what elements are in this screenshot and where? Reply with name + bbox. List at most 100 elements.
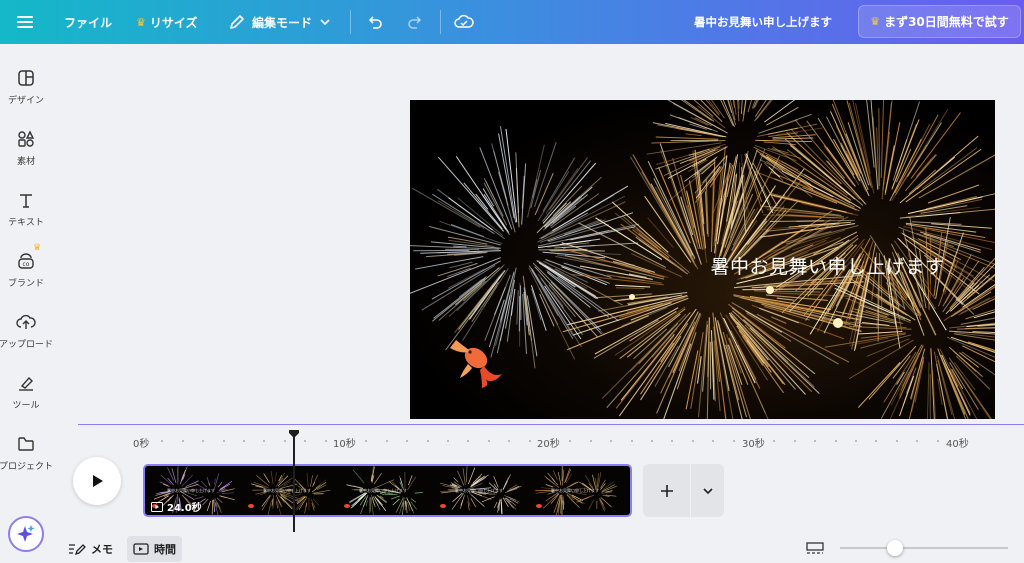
ruler-tick [671, 440, 674, 442]
time-toggle-button[interactable]: 時間 [127, 536, 182, 562]
ruler-tick [202, 440, 205, 442]
sidebar-item-elements[interactable]: 素材 [0, 123, 52, 179]
sidebar-item-label: ブランド [7, 279, 44, 289]
ruler-tick [651, 440, 653, 442]
undo-button[interactable] [366, 0, 384, 44]
sidebar-item-label: デザイン [7, 96, 44, 106]
document-title[interactable]: 暑中お見舞い申し上げます [694, 0, 832, 44]
plus-icon [660, 484, 673, 497]
notes-button[interactable]: メモ [68, 536, 113, 562]
ruler-tick [365, 440, 368, 442]
ruler-tick [243, 440, 245, 442]
redo-icon [408, 16, 422, 29]
ruler-tick [895, 440, 898, 442]
pencil-icon [230, 15, 244, 29]
sidebar-item-brand[interactable]: ♛ co ブランド [0, 243, 52, 301]
ruler-tick [385, 440, 388, 442]
resize-button[interactable]: ♛ リサイズ [136, 0, 198, 44]
video-icon [133, 543, 149, 555]
ruler-tick [855, 440, 857, 442]
cloud-save-status[interactable] [454, 0, 474, 44]
play-icon [93, 475, 103, 487]
brand-icon: co [18, 253, 34, 269]
undo-icon [368, 16, 382, 29]
ruler-tick [916, 440, 919, 442]
video-icon [151, 501, 163, 512]
add-page-button[interactable] [643, 464, 690, 517]
top-bar: ファイル ♛ リサイズ 編集モード 暑中お見舞い申し上げます ♛ まず30日間無… [0, 0, 1024, 44]
toolbar-divider [440, 10, 441, 34]
page-options-button[interactable] [691, 464, 724, 517]
crown-icon: ♛ [136, 15, 146, 29]
sidebar-item-tools[interactable]: ツール [0, 367, 52, 423]
sidebar-item-label: 素材 [16, 157, 35, 167]
draw-tool-icon [19, 376, 33, 391]
ruler-tick [426, 440, 429, 442]
file-menu-label: ファイル [64, 15, 113, 30]
menu-button[interactable] [16, 0, 34, 44]
goldfish-illustration[interactable] [446, 334, 506, 390]
chevron-down-icon [702, 487, 713, 494]
ruler-tick [161, 440, 164, 442]
video-clip[interactable]: 暑中お見舞い申し上げます 暑中お見舞い申し上げます 暑中お見舞い申し上げます 暑… [143, 464, 632, 517]
ruler-label: 20秒 [537, 439, 560, 450]
grid-view-icon [806, 542, 824, 554]
ruler-tick [936, 440, 939, 442]
ruler-tick [181, 440, 184, 442]
folder-icon [18, 437, 34, 451]
playhead-handle-icon[interactable] [288, 429, 300, 439]
ruler-tick [447, 440, 449, 442]
ruler-tick [610, 440, 613, 442]
canvas-title-text[interactable]: 暑中お見舞い申し上げます [410, 252, 995, 279]
edit-mode-label: 編集モード [252, 15, 313, 30]
magic-assistant-button[interactable] [8, 516, 44, 552]
file-menu-button[interactable]: ファイル [64, 0, 112, 44]
zoom-slider-track[interactable] [840, 547, 1008, 549]
ruler-tick [793, 440, 796, 442]
clip-frame-text: 暑中お見舞い申し上げます [359, 488, 407, 493]
ruler-label: 30秒 [742, 439, 765, 450]
design-canvas[interactable]: 暑中お見舞い申し上げます [410, 100, 995, 419]
ruler-tick [304, 440, 307, 442]
ruler-tick [528, 440, 531, 442]
ruler-tick [487, 440, 490, 442]
timeline-divider [78, 424, 1024, 425]
text-t-icon [20, 194, 32, 208]
ruler-label: 40秒 [946, 439, 969, 450]
ruler-tick [324, 440, 327, 442]
resize-label: リサイズ [149, 15, 198, 30]
hamburger-icon [17, 16, 33, 28]
ruler-label: 10秒 [333, 439, 356, 450]
sidebar-item-design[interactable]: デザイン [0, 62, 52, 118]
design-layout-icon [18, 70, 34, 86]
playhead[interactable] [293, 436, 295, 532]
ruler-tick [834, 440, 837, 442]
clip-frame-text: 暑中お見舞い申し上げます [551, 488, 599, 493]
free-trial-button[interactable]: ♛ まず30日間無料で試す [858, 5, 1021, 38]
ruler-tick [691, 440, 694, 442]
sidebar-item-projects[interactable]: プロジェクト [0, 428, 54, 484]
ruler-tick [773, 440, 776, 442]
ruler-tick [732, 440, 735, 442]
sparkle-icon [17, 525, 35, 542]
ruler-label: 0秒 [133, 439, 150, 450]
ruler-tick [222, 440, 225, 442]
clip-frame-text: 暑中お見舞い申し上げます [455, 488, 503, 493]
crown-icon: ♛ [870, 15, 881, 28]
redo-button[interactable] [406, 0, 424, 44]
ruler-tick [263, 440, 266, 442]
clip-duration: 24.0秒 [151, 499, 202, 514]
ruler-tick [569, 440, 572, 442]
elements-shapes-icon [18, 130, 35, 147]
sidebar-item-label: ツール [12, 401, 40, 411]
ruler-tick [467, 440, 470, 442]
view-mode-button[interactable] [806, 536, 824, 562]
zoom-slider-thumb[interactable] [887, 540, 904, 556]
sidebar-item-uploads[interactable]: アップロード [0, 306, 53, 362]
edit-mode-dropdown[interactable]: 編集モード [228, 0, 332, 44]
play-button[interactable] [73, 457, 121, 505]
clip-frame-text: 暑中お見舞い申し上げます [263, 488, 311, 493]
sidebar-item-label: プロジェクト [0, 462, 54, 472]
svg-text:co: co [23, 261, 30, 268]
sidebar-item-text[interactable]: テキスト [0, 184, 52, 240]
